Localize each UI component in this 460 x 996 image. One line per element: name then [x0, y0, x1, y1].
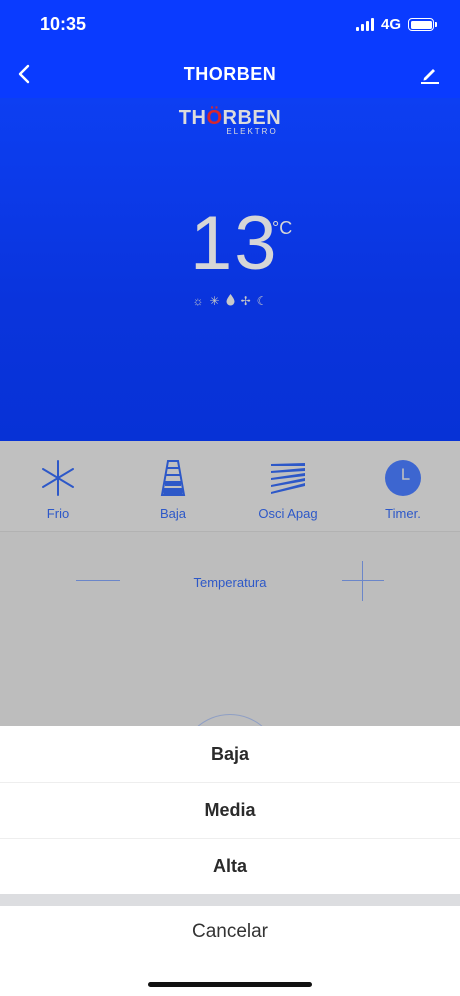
temperature-up-button[interactable]: [338, 559, 388, 603]
option-baja[interactable]: Baja: [0, 726, 460, 782]
status-bar: 10:35 4G: [0, 0, 460, 50]
option-alta[interactable]: Alta: [0, 838, 460, 894]
snowflake-small-icon: ✳: [209, 294, 220, 308]
fan-speed-icon: [160, 460, 186, 496]
clock-icon: [385, 460, 421, 496]
option-media[interactable]: Media: [0, 782, 460, 838]
page-title: THORBEN: [183, 64, 277, 84]
signal-icon: [355, 18, 374, 31]
battery-icon: [408, 18, 437, 31]
temperature-value: 13: [190, 201, 279, 286]
control-panel: Frio Baja Osci Apag Timer. Temperatura: [0, 441, 460, 814]
swing-icon: [271, 463, 305, 494]
status-time: 10:35: [40, 14, 87, 34]
mode-button[interactable]: Frio: [8, 459, 108, 521]
cancel-button[interactable]: Cancelar: [0, 906, 460, 958]
temperature-unit: °C: [272, 218, 293, 238]
pencil-icon: [421, 69, 439, 84]
moon-icon: ☾: [256, 294, 268, 308]
status-indicators: 4G: [355, 16, 437, 33]
fan-small-icon: ✢: [240, 294, 251, 308]
temperature-display: 13 °C: [190, 201, 292, 286]
sheet-separator: [0, 894, 460, 906]
brand-logo: THÖRBEN ELEKTRO: [178, 107, 282, 136]
sun-icon: ☼: [192, 294, 204, 308]
edit-button[interactable]: [414, 58, 446, 90]
swing-button[interactable]: Osci Apag: [238, 459, 338, 521]
nav-bar: THORBEN: [0, 50, 460, 98]
home-indicator: [148, 982, 312, 987]
mode-indicators: ☼ ✳ ✢ ☾: [0, 294, 460, 309]
temperature-label: Temperatura: [193, 575, 267, 590]
fan-speed-action-sheet: Baja Media Alta Cancelar: [0, 726, 460, 996]
timer-button[interactable]: Timer.: [353, 459, 453, 521]
snowflake-icon: [42, 460, 74, 496]
network-label: 4G: [380, 16, 401, 33]
temperature-control: Temperatura: [0, 533, 460, 633]
ac-display-panel: THÖRBEN ELEKTRO 13 °C ☼ ✳ ✢ ☾: [0, 98, 460, 441]
fan-speed-button[interactable]: Baja: [123, 459, 223, 521]
control-row: Frio Baja Osci Apag Timer.: [0, 441, 460, 532]
drop-icon: [226, 294, 235, 309]
